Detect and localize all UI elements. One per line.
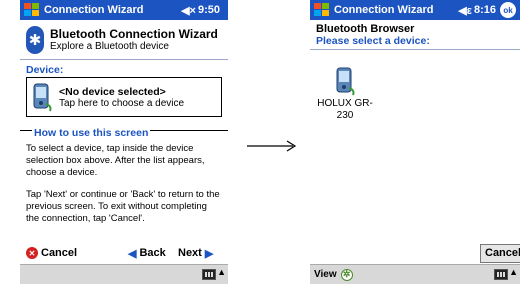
next-arrow-icon: ▶ — [204, 247, 214, 260]
page-subtitle: Explore a Bluetooth device — [50, 41, 169, 52]
back-arrow-icon: ◀ — [128, 247, 137, 260]
howto-text-1: To select a device, tap inside the devic… — [26, 143, 205, 178]
ok-button[interactable]: ok — [500, 2, 516, 18]
window-title: Connection Wizard — [334, 4, 434, 16]
howto-section: How to use this screen — [20, 123, 228, 141]
device-list-item-label: HOLUX GR-230 — [317, 98, 373, 121]
browser-title: Bluetooth Browser — [316, 23, 415, 35]
howto-text-2: Tap 'Next' or continue or 'Back' to retu… — [26, 189, 220, 224]
browser-subtitle: Please select a device: — [310, 35, 520, 50]
device-selection-hint: Tap here to choose a device — [59, 97, 185, 109]
back-label: Back — [139, 247, 166, 259]
howto-label: How to use this screen — [32, 127, 151, 139]
transition-arrow-icon — [247, 140, 297, 152]
device-selection-value: <No device selected> — [59, 85, 166, 98]
bluetooth-settings-icon[interactable]: ✲ — [340, 268, 353, 281]
wizard-screen: Connection Wizard ◀× 9:50 ✱ Bluetooth Co… — [20, 0, 228, 284]
volume-icon[interactable]: ◀× — [181, 4, 196, 17]
pda-device-icon — [33, 83, 52, 112]
back-button[interactable]: ◀ Back — [128, 247, 166, 260]
volume-icon[interactable]: ◀ε — [458, 4, 472, 17]
menu-bar: ▲ — [20, 264, 228, 284]
clock[interactable]: 9:50 — [198, 4, 220, 16]
pda-device-icon — [336, 67, 355, 96]
clock[interactable]: 8:16 — [474, 4, 496, 16]
device-selection-box[interactable]: <No device selected> Tap here to choose … — [26, 77, 222, 117]
cancel-button[interactable]: Cancel — [480, 244, 520, 263]
view-menu-label: View — [314, 269, 337, 280]
start-menu-icon[interactable] — [314, 3, 330, 17]
cancel-label: Cancel — [41, 247, 78, 259]
bluetooth-icon: ✱ — [26, 25, 44, 54]
cancel-button[interactable]: ✕ Cancel — [26, 247, 77, 259]
keyboard-icon[interactable] — [202, 269, 216, 280]
bluetooth-browser-screen: Connection Wizard ◀ε 8:16 ok Bluetooth B… — [310, 0, 520, 284]
menu-bar: View ✲ ▲ — [310, 264, 520, 284]
wizard-header: ✱ Bluetooth Connection Wizard Explore a … — [20, 20, 228, 60]
view-menu[interactable]: View ✲ — [314, 268, 353, 281]
title-bar: Connection Wizard ◀× 9:50 — [20, 0, 228, 20]
window-title: Connection Wizard — [44, 4, 144, 16]
title-bar: Connection Wizard ◀ε 8:16 ok — [310, 0, 520, 20]
page-title: Bluetooth Connection Wizard — [50, 27, 218, 41]
device-list-item[interactable]: HOLUX GR-230 — [314, 66, 376, 122]
start-menu-icon[interactable] — [24, 3, 40, 17]
keyboard-icon[interactable] — [494, 269, 508, 280]
device-section-label: Device: — [26, 64, 64, 76]
input-panel-caret-icon[interactable]: ▲ — [509, 267, 518, 277]
wizard-actions: ✕ Cancel ◀ Back Next ▶ — [20, 243, 228, 263]
next-label: Next — [178, 247, 202, 259]
next-button[interactable]: Next ▶ — [178, 247, 213, 260]
cancel-icon: ✕ — [26, 247, 38, 259]
input-panel-caret-icon[interactable]: ▲ — [217, 267, 226, 277]
